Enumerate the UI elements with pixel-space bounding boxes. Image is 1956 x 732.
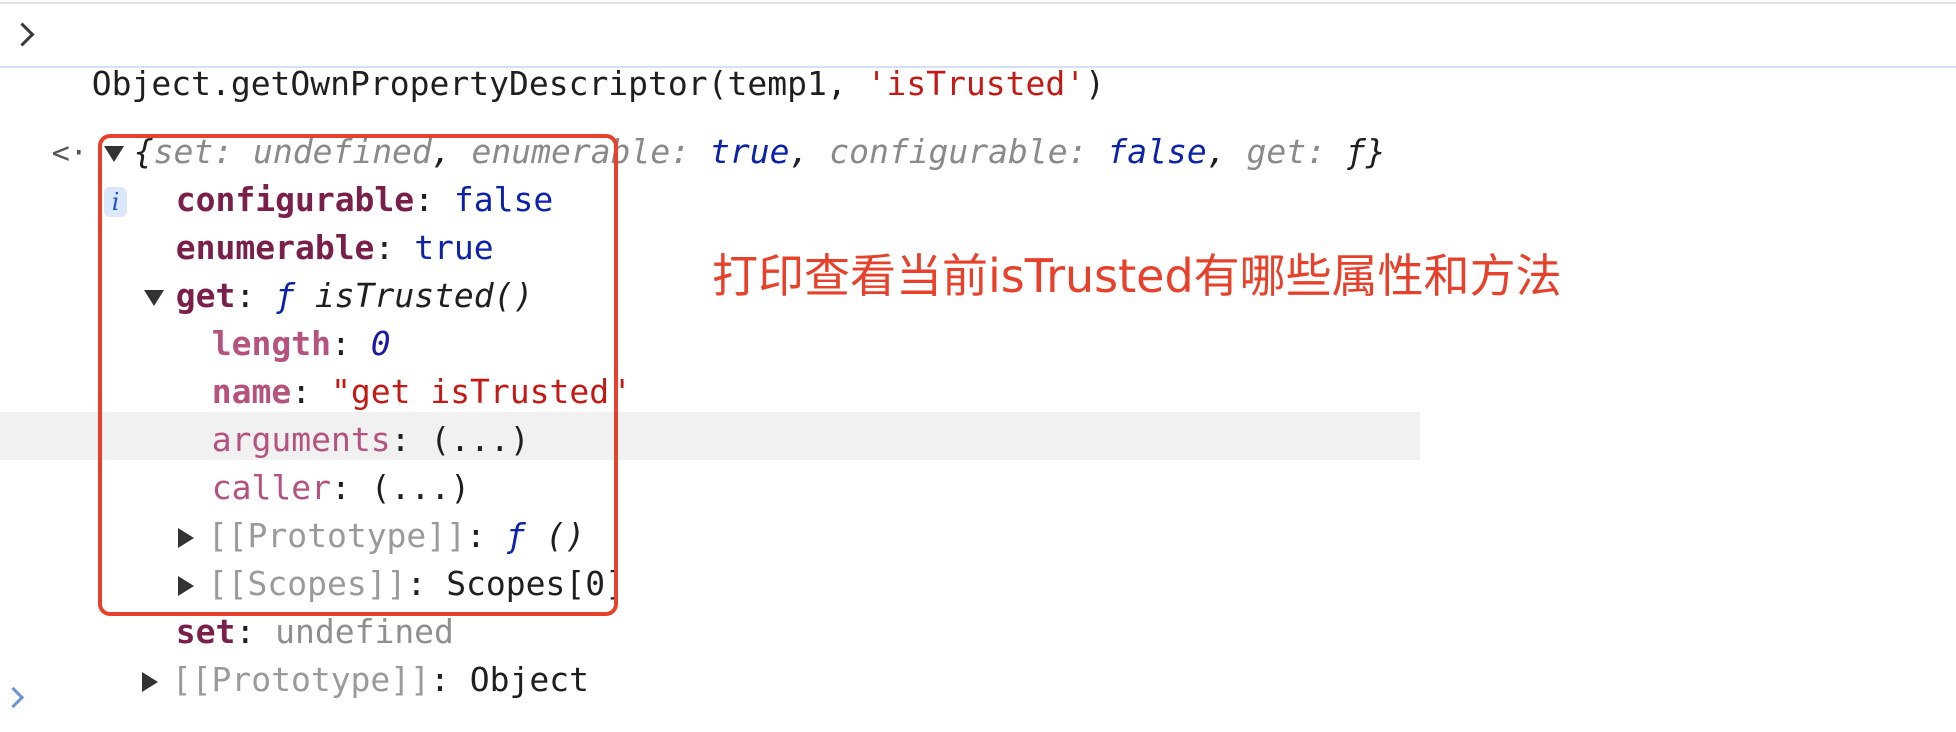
console-prompt-icon[interactable] [2, 686, 25, 709]
console-separator [0, 66, 1956, 68]
expand-triangle-icon[interactable] [141, 671, 158, 692]
console-top-border [0, 2, 1956, 4]
summary-val-enumerable: true [709, 132, 790, 171]
summary-key-get: get [1246, 132, 1307, 171]
result-summary-row[interactable]: {set: undefined, enumerable: true, confi… [64, 80, 1386, 217]
console-command-line[interactable]: Object.getOwnPropertyDescriptor(temp1, '… [52, 12, 1105, 103]
summary-val-configurable: false [1107, 132, 1207, 171]
console-input-prompt-icon [10, 22, 35, 47]
annotation-text: 打印查看当前isTrusted有哪些属性和方法 [712, 249, 1562, 303]
summary-val-get: ƒ [1345, 132, 1366, 171]
annotation-highlight-box [98, 134, 618, 616]
prop-key: [[Prototype]] [171, 660, 431, 699]
prop-value: Object [469, 660, 589, 699]
summary-key-configurable: configurable [829, 132, 1068, 171]
summary-close-brace: } [1365, 132, 1386, 171]
